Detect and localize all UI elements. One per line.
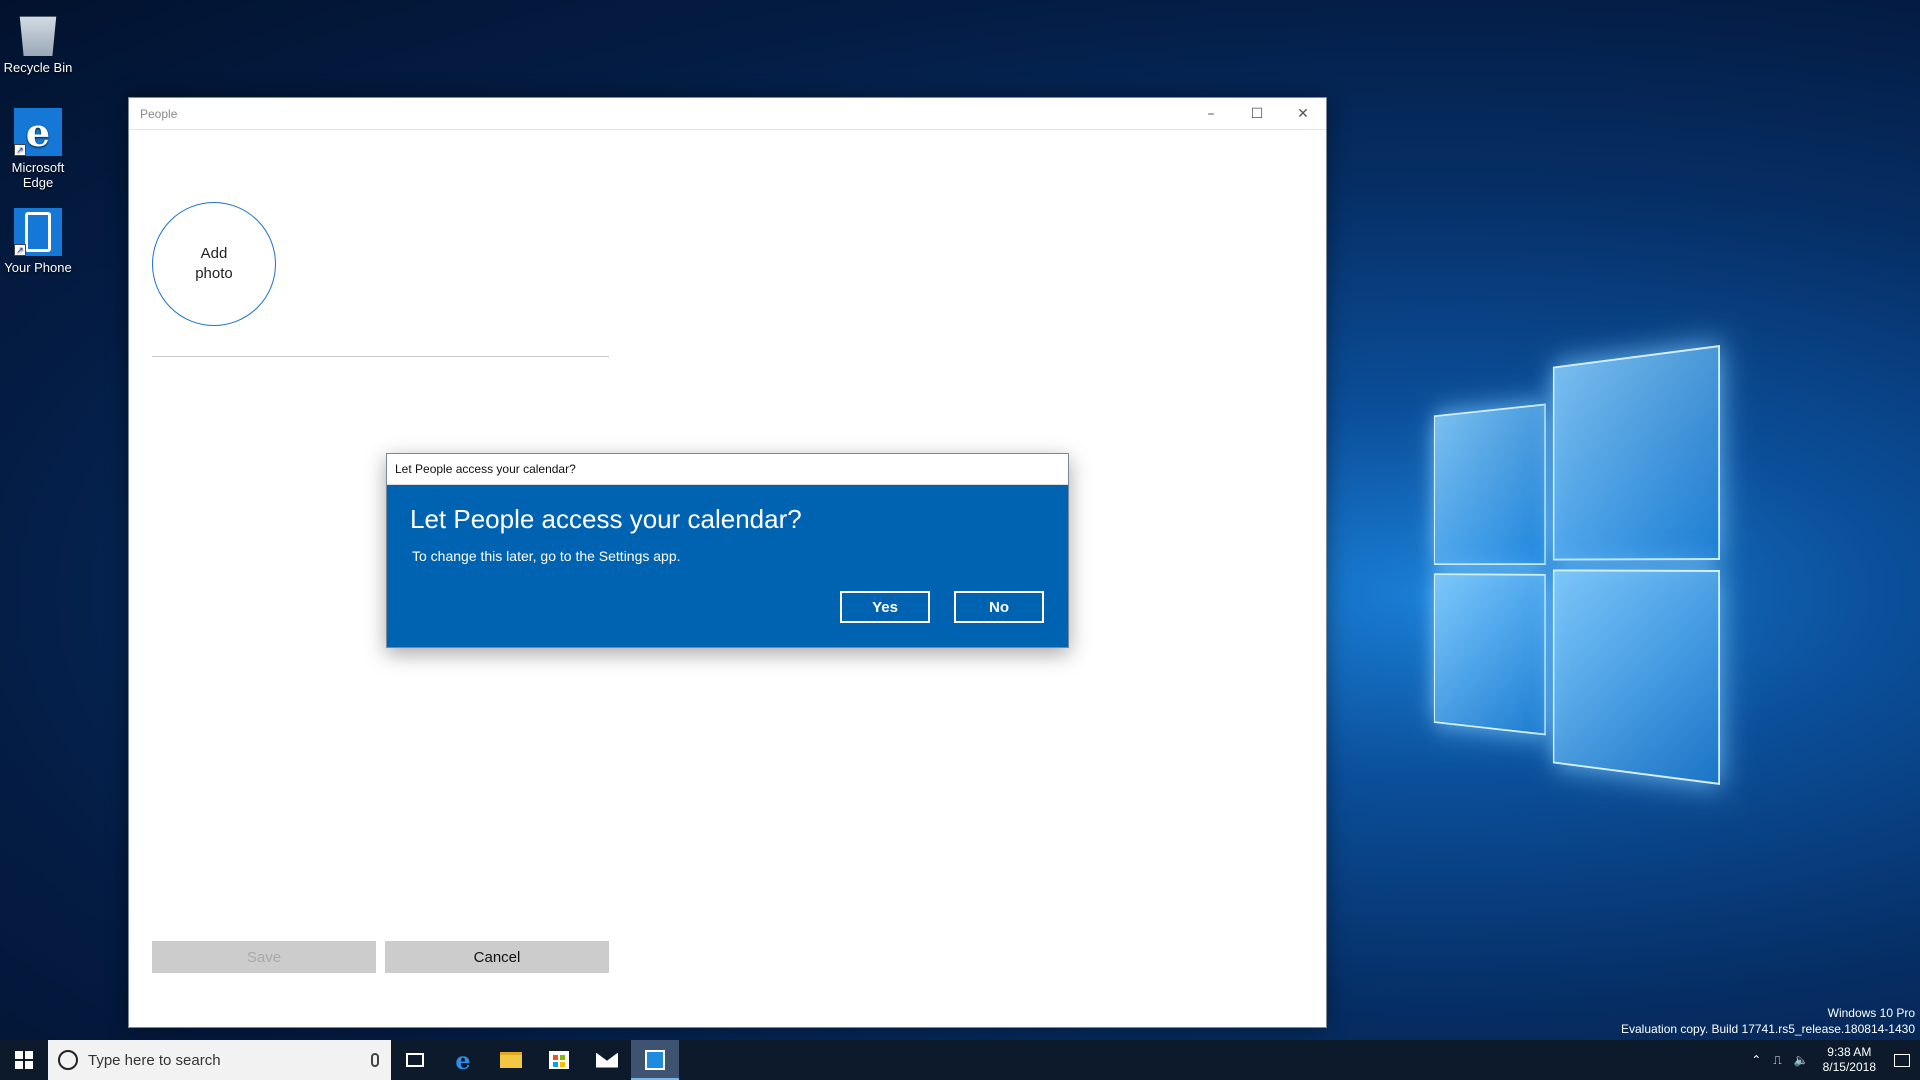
edge-icon: e ↗ [14, 108, 62, 156]
dialog-message: To change this later, go to the Settings… [412, 548, 681, 564]
cortana-icon [58, 1050, 78, 1070]
save-button[interactable]: Save [152, 941, 376, 973]
store-icon [549, 1051, 569, 1069]
yes-button[interactable]: Yes [840, 591, 930, 623]
phone-icon: ↗ [14, 208, 62, 256]
windows-watermark: Windows 10 Pro Evaluation copy. Build 17… [1621, 1005, 1915, 1037]
desktop-icon-edge[interactable]: e ↗ Microsoft Edge [0, 108, 76, 190]
taskbar: Type here to search e ⌃ ⎍ 🔈 9:38 AM 8/15… [0, 1040, 1920, 1080]
clock-time: 9:38 AM [1827, 1045, 1872, 1059]
taskbar-people[interactable] [631, 1040, 679, 1080]
window-titlebar[interactable]: People – ☐ ✕ [129, 98, 1326, 130]
shortcut-arrow-icon: ↗ [14, 244, 26, 256]
chevron-up-icon[interactable]: ⌃ [1745, 1053, 1767, 1067]
minimize-icon[interactable]: – [1188, 98, 1234, 129]
window-title: People [140, 106, 178, 121]
desktop-icon-recycle-bin[interactable]: Recycle Bin [0, 8, 76, 75]
calendar-permission-dialog: Let People access your calendar? Let Peo… [386, 453, 1069, 648]
no-button[interactable]: No [954, 591, 1044, 623]
taskbar-edge[interactable]: e [439, 1040, 487, 1080]
clock-date: 8/15/2018 [1822, 1060, 1876, 1074]
file-explorer-icon [500, 1052, 522, 1068]
dialog-heading: Let People access your calendar? [410, 504, 802, 534]
search-placeholder: Type here to search [88, 1051, 221, 1069]
desktop-icon-your-phone[interactable]: ↗ Your Phone [0, 208, 76, 275]
maximize-icon[interactable]: ☐ [1234, 98, 1280, 129]
windows-logo-wallpaper [1433, 345, 1720, 785]
action-center-button[interactable] [1884, 1040, 1920, 1080]
microphone-icon[interactable] [371, 1053, 379, 1067]
start-button[interactable] [0, 1040, 48, 1080]
system-tray: ⌃ ⎍ 🔈 9:38 AM 8/15/2018 [1745, 1040, 1920, 1080]
edition-text: Windows 10 Pro [1827, 1006, 1915, 1020]
cancel-button[interactable]: Cancel [385, 941, 609, 973]
search-box[interactable]: Type here to search [48, 1040, 391, 1080]
notification-icon [1894, 1053, 1910, 1067]
taskbar-file-explorer[interactable] [487, 1040, 535, 1080]
recycle-bin-icon [19, 16, 57, 56]
desktop-icon-label: Microsoft Edge [11, 160, 65, 190]
dialog-titlebar[interactable]: Let People access your calendar? [387, 454, 1068, 485]
desktop-icon-label: Your Phone [4, 260, 72, 275]
clock[interactable]: 9:38 AM 8/15/2018 [1815, 1045, 1884, 1075]
network-icon[interactable]: ⎍ [1767, 1053, 1787, 1068]
mail-icon [596, 1052, 618, 1068]
windows-start-icon [15, 1051, 33, 1069]
people-icon [645, 1050, 665, 1070]
add-photo-label: Add photo [195, 245, 233, 282]
build-text: Evaluation copy. Build 17741.rs5_release… [1621, 1022, 1915, 1036]
taskbar-task-view[interactable] [391, 1040, 439, 1080]
divider [152, 356, 609, 357]
task-view-icon [406, 1053, 424, 1067]
taskbar-mail[interactable] [583, 1040, 631, 1080]
shortcut-arrow-icon: ↗ [14, 144, 26, 156]
edge-icon: e [455, 1045, 471, 1075]
add-photo-button[interactable]: Add photo [152, 202, 276, 326]
volume-icon[interactable]: 🔈 [1788, 1053, 1815, 1067]
close-icon[interactable]: ✕ [1280, 98, 1326, 129]
desktop-icon-label: Recycle Bin [3, 60, 73, 75]
taskbar-store[interactable] [535, 1040, 583, 1080]
